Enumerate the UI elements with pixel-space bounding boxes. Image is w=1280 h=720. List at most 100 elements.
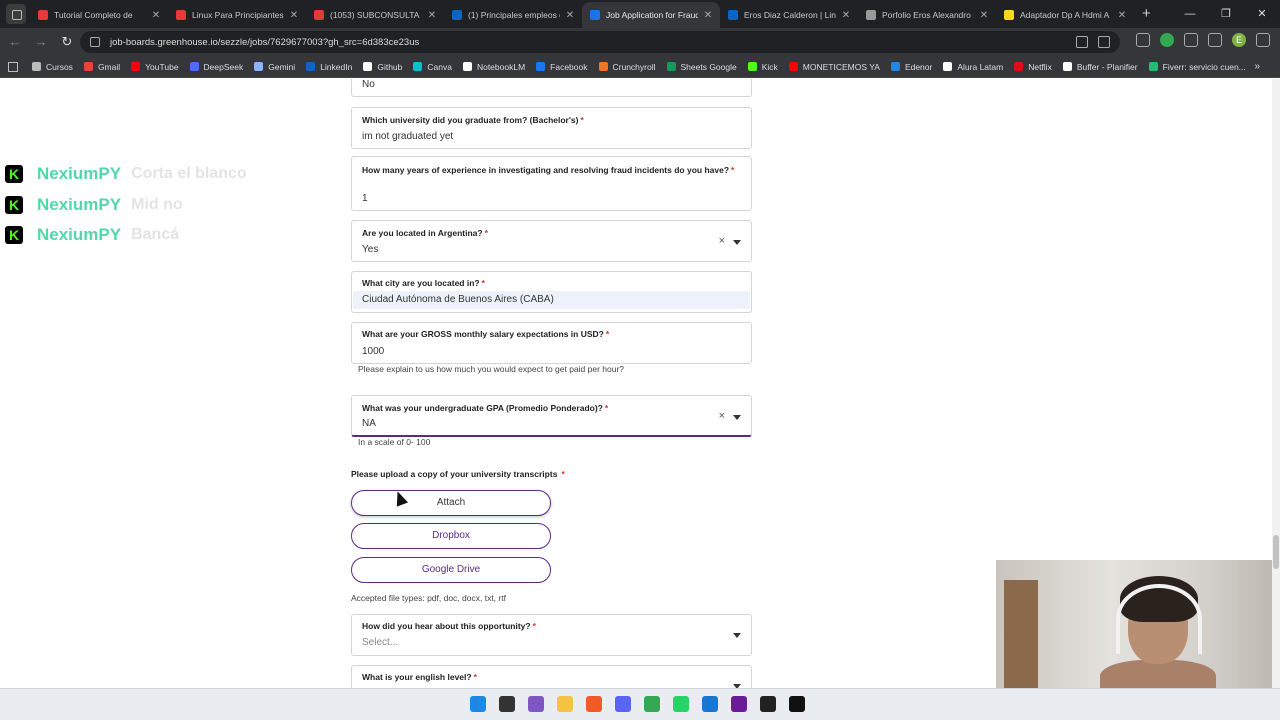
chevron-down-icon[interactable] xyxy=(733,415,741,420)
tab-close-icon[interactable]: ✕ xyxy=(978,10,990,21)
menu-kebab-icon[interactable] xyxy=(1256,33,1270,47)
bookmark-item[interactable]: MONETICEMOS YA xyxy=(788,62,880,72)
url-text[interactable]: job-boards.greenhouse.io/sezzle/jobs/762… xyxy=(110,37,419,48)
clear-x-icon[interactable]: × xyxy=(719,235,725,247)
kick-logo-icon: K xyxy=(5,165,23,183)
browser-tab[interactable]: Tutorial Completo de ✕ xyxy=(30,2,168,28)
kick-icon xyxy=(747,62,757,71)
file-explorer-icon[interactable] xyxy=(557,696,573,712)
bookmark-item[interactable]: Github xyxy=(363,62,402,72)
close-window-icon[interactable]: ✕ xyxy=(1244,0,1280,28)
puzzle-extensions-icon[interactable] xyxy=(1184,33,1198,47)
obs-purple-icon[interactable] xyxy=(731,696,747,712)
taskview-icon[interactable] xyxy=(499,696,515,712)
browser-tab[interactable]: (1) Principales empleos q ✕ xyxy=(444,2,582,28)
gemini-icon xyxy=(254,62,264,71)
page-scrollbar[interactable] xyxy=(1272,79,1280,688)
fraud-experience-input[interactable]: 1 xyxy=(362,193,368,204)
previous-select-field[interactable]: No xyxy=(351,79,752,97)
browser-tab[interactable]: Adaptador Dp A Hdmi A ✕ xyxy=(996,2,1134,28)
tab-close-icon[interactable]: ✕ xyxy=(426,10,438,21)
browser-tab[interactable]: Linux Para Principiantes - ✕ xyxy=(168,2,306,28)
obs-studio-icon[interactable] xyxy=(760,696,776,712)
bookmark-item[interactable]: Gmail xyxy=(83,62,120,72)
fraud-experience-field[interactable]: How many years of experience in investig… xyxy=(351,156,752,211)
university-field[interactable]: Which university did you graduate from? … xyxy=(351,107,752,149)
restore-icon[interactable]: ❐ xyxy=(1208,0,1244,28)
minimize-icon[interactable]: — xyxy=(1172,0,1208,28)
extension-icon[interactable] xyxy=(1136,33,1150,47)
media-controls-icon[interactable] xyxy=(1208,33,1222,47)
university-label: Which university did you graduate from? … xyxy=(362,115,584,125)
bookmark-item[interactable]: Canva xyxy=(413,62,452,72)
chevron-down-icon[interactable] xyxy=(733,240,741,245)
capcut-icon[interactable] xyxy=(789,696,805,712)
discord-icon[interactable] xyxy=(615,696,631,712)
transcripts-upload-label: Please upload a copy of your university … xyxy=(351,469,565,479)
salary-input[interactable]: 1000 xyxy=(362,346,384,357)
tab-close-icon[interactable]: ✕ xyxy=(840,10,852,21)
tab-close-icon[interactable]: ✕ xyxy=(702,10,714,21)
bookmark-item[interactable]: LinkedIn xyxy=(306,62,352,72)
english-level-select[interactable]: What is your english level? * xyxy=(351,665,752,688)
profile-avatar[interactable]: E xyxy=(1232,33,1246,47)
bookmark-item[interactable]: Facebook xyxy=(536,62,588,72)
forward-arrow-icon[interactable]: → xyxy=(30,31,52,53)
whatsapp-icon[interactable] xyxy=(673,696,689,712)
bookmark-item[interactable]: DeepSeek xyxy=(189,62,243,72)
bookmark-item[interactable]: YouTube xyxy=(131,62,179,72)
hear-about-select[interactable]: How did you hear about this opportunity?… xyxy=(351,614,752,656)
reload-icon[interactable]: ↻ xyxy=(56,31,78,53)
bookmarks-more-icon[interactable]: » xyxy=(1254,61,1260,72)
scrollbar-thumb[interactable] xyxy=(1273,535,1279,569)
university-input[interactable]: im not graduated yet xyxy=(362,131,453,142)
attach-button[interactable]: Attach xyxy=(351,490,551,516)
city-input[interactable]: Ciudad Autónoma de Buenos Aires (CABA) xyxy=(362,294,554,305)
bookmark-item[interactable]: Kick xyxy=(747,62,778,72)
bookmark-star-icon[interactable] xyxy=(1098,36,1110,48)
new-tab-plus-icon[interactable]: + xyxy=(1142,0,1151,28)
brave-browser-icon[interactable] xyxy=(586,696,602,712)
apps-grid-icon[interactable] xyxy=(8,61,18,72)
tab-close-icon[interactable]: ✕ xyxy=(150,10,162,21)
tab-close-icon[interactable]: ✕ xyxy=(288,10,300,21)
bookmark-item[interactable]: Sheets Google xyxy=(666,62,737,72)
snipping-tool-icon[interactable] xyxy=(702,696,718,712)
bookmark-item[interactable]: NotebookLM xyxy=(462,62,525,72)
tab-close-icon[interactable]: ✕ xyxy=(564,10,576,21)
bookmark-item[interactable]: Fiverr: servicio cuen... xyxy=(1148,61,1246,72)
required-asterisk: * xyxy=(532,621,536,631)
dropbox-button[interactable]: Dropbox xyxy=(351,523,551,549)
tab-search-icon[interactable] xyxy=(6,4,26,24)
windows-start-icon[interactable] xyxy=(470,696,486,712)
translate-icon[interactable] xyxy=(1076,36,1088,48)
browser-tab[interactable]: Porfolio Eros Alexandro D ✕ xyxy=(858,2,996,28)
copilot-icon[interactable] xyxy=(528,696,544,712)
address-bar[interactable]: job-boards.greenhouse.io/sezzle/jobs/762… xyxy=(80,31,1120,53)
bookmark-item[interactable]: Alura Latam xyxy=(943,62,1003,72)
clear-x-icon[interactable]: × xyxy=(719,410,725,422)
browser-tab-active[interactable]: Job Application for Fraud ✕ xyxy=(582,2,720,28)
tab-close-icon[interactable]: ✕ xyxy=(1116,10,1128,21)
extension-green-icon[interactable] xyxy=(1160,33,1174,47)
located-argentina-select[interactable]: Are you located in Argentina? * Yes × xyxy=(351,220,752,262)
back-arrow-icon[interactable]: ← xyxy=(4,31,26,53)
bookmark-item[interactable]: Crunchyroll xyxy=(598,62,656,72)
site-info-icon[interactable] xyxy=(90,37,100,47)
google-drive-button[interactable]: Google Drive xyxy=(351,557,551,583)
salary-field[interactable]: What are your GROSS monthly salary expec… xyxy=(351,322,752,364)
chevron-down-icon[interactable] xyxy=(733,633,741,638)
bookmark-item[interactable]: Buffer - Planifier xyxy=(1062,62,1138,72)
bookmark-item[interactable]: Gemini xyxy=(254,62,295,72)
bookmark-item[interactable]: Netflix xyxy=(1014,62,1052,72)
gpa-select[interactable]: What was your undergraduate GPA (Promedi… xyxy=(351,395,752,437)
bookmark-item[interactable]: Edenor xyxy=(890,62,932,72)
folder-icon xyxy=(32,62,41,71)
youtube-favicon-icon xyxy=(38,10,48,20)
bookmark-item[interactable]: Cursos xyxy=(32,62,73,72)
city-field[interactable]: What city are you located in? * Ciudad Au… xyxy=(351,271,752,313)
bookmark-label: Fiverr: servicio cuen... xyxy=(1162,61,1246,72)
browser-tab[interactable]: Eros Diaz Calderon | Link ✕ xyxy=(720,2,858,28)
chrome-icon[interactable] xyxy=(644,696,660,712)
browser-tab[interactable]: (1053) SUBCONSULTA ✕ xyxy=(306,2,444,28)
